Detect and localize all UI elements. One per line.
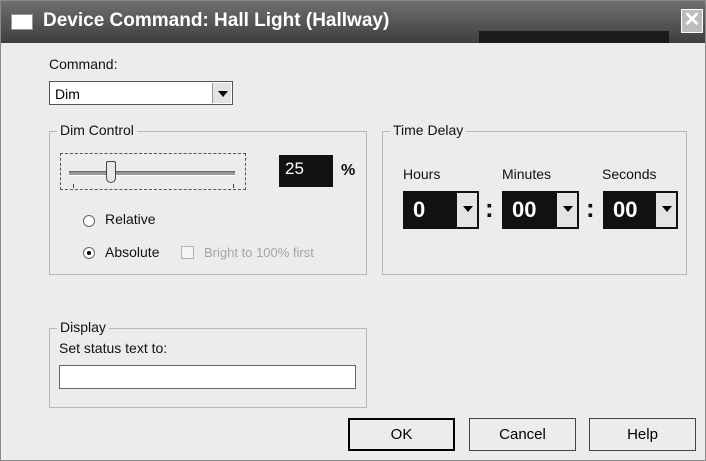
radio-relative-label: Relative [105, 211, 156, 227]
bright-first-checkbox[interactable] [181, 246, 194, 259]
dialog-body: Command: Dim Dim Control 25 % Relative A… [1, 43, 705, 460]
dropdown-arrow-icon[interactable] [457, 193, 477, 227]
seconds-select[interactable]: 00 [603, 191, 678, 229]
slider-tick [233, 184, 234, 188]
command-label: Command: [49, 56, 118, 72]
status-text-input[interactable] [59, 365, 356, 389]
slider-track [69, 171, 235, 176]
ok-button[interactable]: OK [348, 418, 455, 451]
cancel-button[interactable]: Cancel [469, 418, 576, 451]
dropdown-arrow-icon[interactable] [656, 193, 676, 227]
radio-absolute-label: Absolute [105, 244, 160, 260]
minutes-label: Minutes [502, 166, 552, 182]
seconds-value: 00 [613, 197, 638, 222]
dim-level-slider[interactable] [60, 153, 246, 190]
dialog-window: Device Command: Hall Light (Hallway) ✕ C… [0, 0, 706, 461]
minutes-value: 00 [512, 197, 537, 222]
dropdown-arrow-icon[interactable] [212, 83, 231, 103]
close-icon[interactable]: ✕ [681, 9, 703, 33]
hours-select[interactable]: 0 [403, 191, 479, 229]
seconds-label: Seconds [602, 166, 657, 182]
slider-tick [73, 184, 74, 188]
bright-first-label: Bright to 100% first [204, 245, 314, 260]
radio-relative[interactable] [83, 215, 95, 227]
time-separator: : [586, 193, 595, 223]
title-bar-decoration [479, 31, 669, 43]
display-title: Display [57, 319, 109, 335]
help-button[interactable]: Help [589, 418, 696, 451]
title-bar[interactable]: Device Command: Hall Light (Hallway) ✕ [1, 1, 705, 43]
time-delay-title: Time Delay [390, 122, 467, 138]
dim-level-input[interactable]: 25 [279, 155, 333, 187]
dropdown-arrow-icon[interactable] [557, 193, 577, 227]
window-icon [11, 14, 33, 30]
dim-control-title: Dim Control [57, 122, 137, 138]
minutes-select[interactable]: 00 [502, 191, 579, 229]
percent-label: % [341, 162, 356, 179]
hours-value: 0 [413, 197, 426, 222]
time-separator: : [485, 193, 494, 223]
slider-thumb[interactable] [105, 161, 116, 183]
command-dropdown[interactable]: Dim [49, 81, 233, 105]
window-title: Device Command: Hall Light (Hallway) [43, 10, 390, 31]
status-text-label: Set status text to: [59, 340, 168, 356]
command-selected-value: Dim [55, 86, 80, 102]
hours-label: Hours [403, 166, 441, 182]
radio-absolute[interactable] [83, 247, 95, 259]
